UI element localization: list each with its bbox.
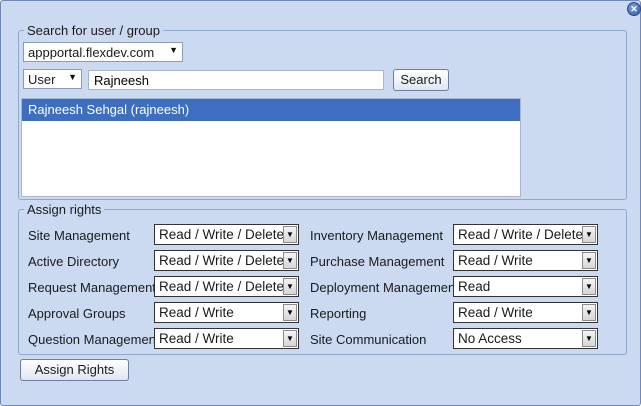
right-label-approval-groups: Approval Groups: [28, 306, 126, 321]
right-label-reporting: Reporting: [310, 306, 367, 321]
right-label-request-management: Request Management: [28, 280, 156, 295]
question-management-select[interactable]: Read / Write ▼: [154, 328, 299, 349]
site-management-value: Read / Write / Delete: [159, 227, 285, 242]
close-icon[interactable]: ✕: [627, 2, 641, 16]
approval-groups-value: Read / Write: [159, 305, 234, 320]
site-communication-value: No Access: [458, 331, 522, 346]
assign-rights-dialog: ✕ Search for user / group appportal.flex…: [0, 0, 641, 406]
chevron-down-icon: ▼: [582, 278, 596, 295]
chevron-down-icon: ▼: [169, 45, 178, 55]
search-button[interactable]: Search: [393, 69, 449, 91]
deployment-management-select[interactable]: Read ▼: [453, 276, 598, 297]
right-label-site-management: Site Management: [28, 228, 130, 243]
chevron-down-icon: ▼: [283, 304, 297, 321]
search-input-field[interactable]: [89, 71, 383, 89]
chevron-down-icon: ▼: [582, 330, 596, 347]
inventory-management-select[interactable]: Read / Write / Delete ▼: [453, 224, 598, 245]
site-communication-select[interactable]: No Access ▼: [453, 328, 598, 349]
list-item[interactable]: Rajneesh Sehgal (rajneesh): [22, 99, 520, 121]
chevron-down-icon: ▼: [283, 278, 297, 295]
right-label-question-management: Question Management: [28, 332, 160, 347]
active-directory-value: Read / Write / Delete: [159, 253, 285, 268]
request-management-select[interactable]: Read / Write / Delete ▼: [154, 276, 299, 297]
right-label-purchase-management: Purchase Management: [310, 254, 445, 269]
assign-rights-legend: Assign rights: [27, 202, 102, 217]
chevron-down-icon: ▼: [582, 226, 596, 243]
chevron-down-icon: ▼: [582, 304, 596, 321]
chevron-down-icon: ▼: [283, 226, 297, 243]
search-group-legend: Search for user / group: [27, 23, 160, 38]
chevron-down-icon: ▼: [283, 330, 297, 347]
reporting-select[interactable]: Read / Write ▼: [453, 302, 598, 323]
site-management-select[interactable]: Read / Write / Delete ▼: [154, 224, 299, 245]
right-label-inventory-management: Inventory Management: [310, 228, 443, 243]
assign-rights-button[interactable]: Assign Rights: [20, 359, 129, 381]
domain-select[interactable]: appportal.flexdev.com ▼: [23, 42, 183, 62]
search-input[interactable]: [88, 70, 384, 90]
right-label-site-communication: Site Communication: [310, 332, 427, 347]
inventory-management-value: Read / Write / Delete: [458, 227, 584, 242]
active-directory-select[interactable]: Read / Write / Delete ▼: [154, 250, 299, 271]
deployment-management-value: Read: [458, 279, 491, 294]
question-management-value: Read / Write: [159, 331, 234, 346]
request-management-value: Read / Write / Delete: [159, 279, 285, 294]
type-select[interactable]: User ▼: [23, 69, 82, 89]
purchase-management-value: Read / Write: [458, 253, 533, 268]
reporting-value: Read / Write: [458, 305, 533, 320]
chevron-down-icon: ▼: [283, 252, 297, 269]
chevron-down-icon: ▼: [582, 252, 596, 269]
chevron-down-icon: ▼: [68, 72, 77, 82]
approval-groups-select[interactable]: Read / Write ▼: [154, 302, 299, 323]
type-select-value: User: [28, 72, 56, 87]
domain-select-value: appportal.flexdev.com: [28, 45, 155, 60]
search-results-list[interactable]: Rajneesh Sehgal (rajneesh): [21, 98, 521, 197]
purchase-management-select[interactable]: Read / Write ▼: [453, 250, 598, 271]
right-label-deployment-management: Deployment Management: [310, 280, 459, 295]
right-label-active-directory: Active Directory: [28, 254, 120, 269]
